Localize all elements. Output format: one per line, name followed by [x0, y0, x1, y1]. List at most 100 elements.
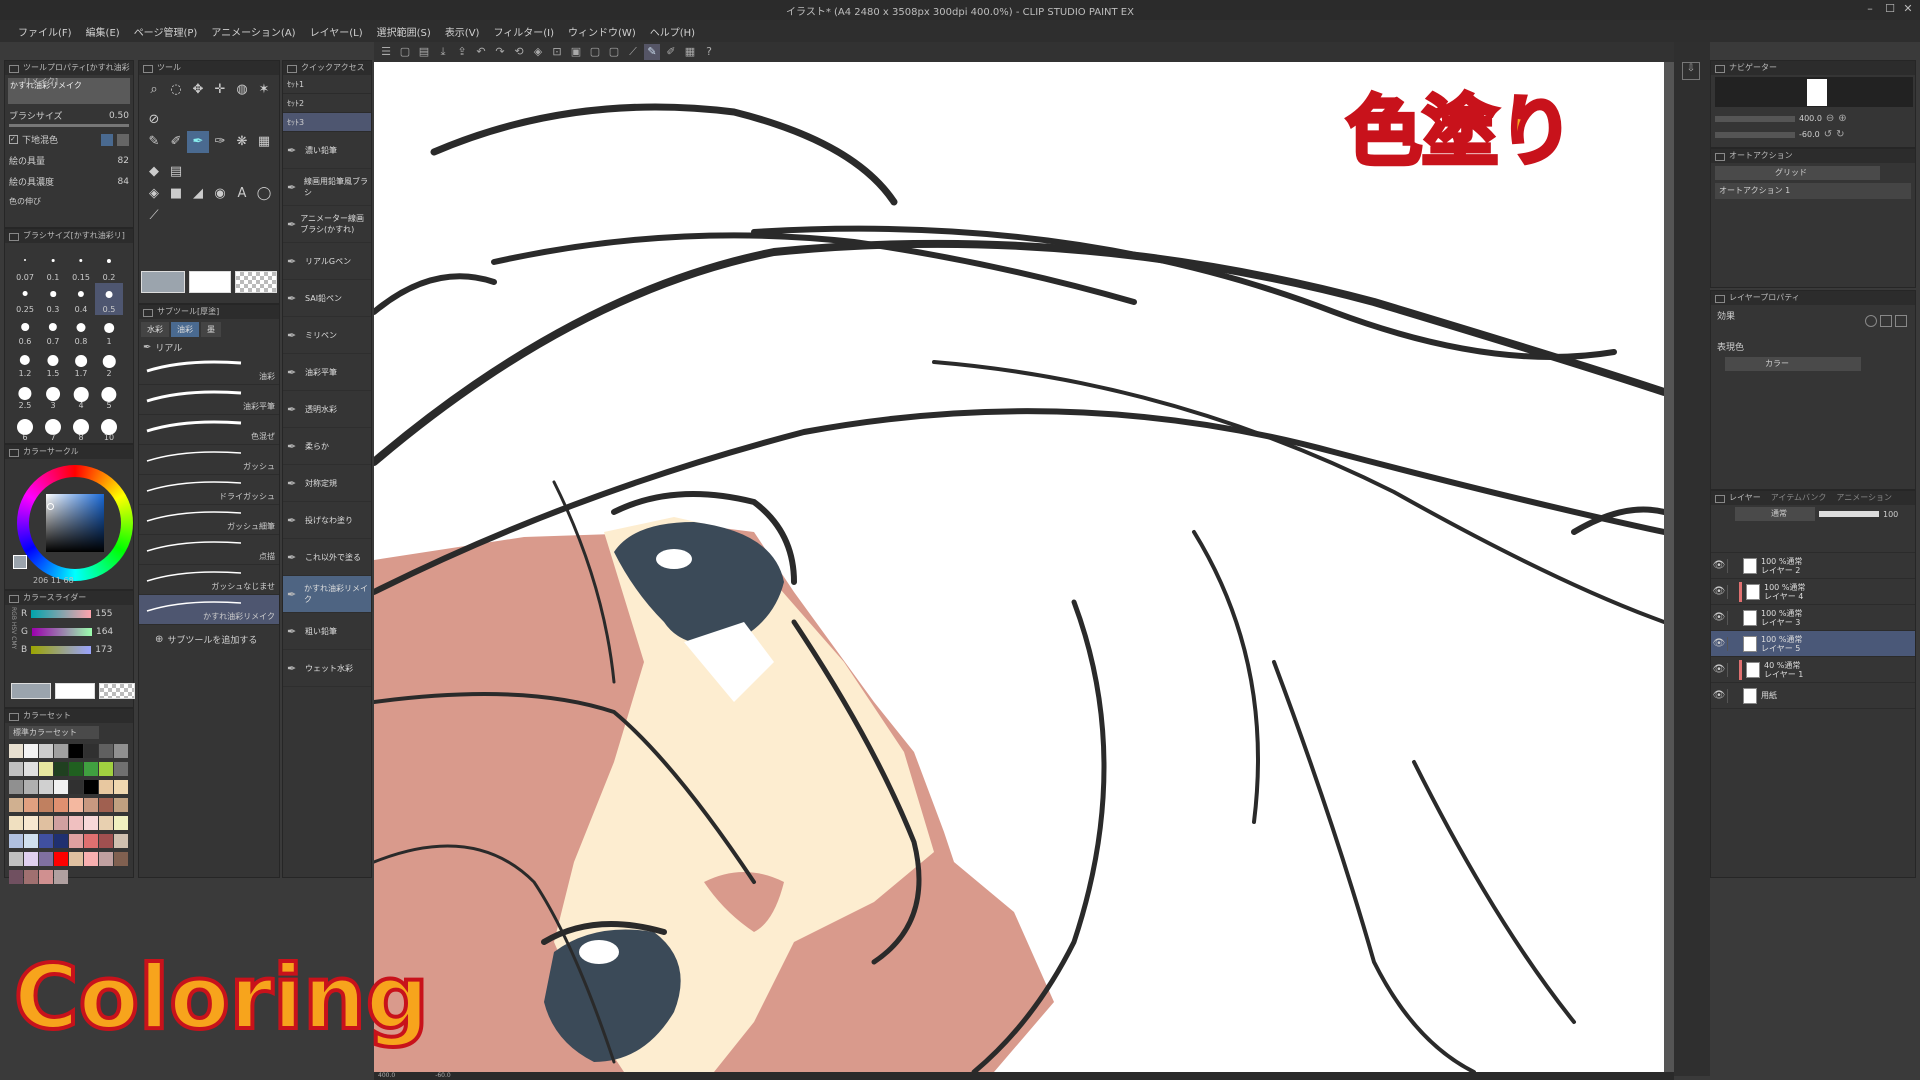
quick-access-item[interactable]: ✒ 粗い鉛筆	[283, 613, 371, 650]
effect-layer-color-icon[interactable]	[1895, 315, 1907, 327]
color-swatch[interactable]	[69, 834, 83, 848]
pen-a-icon[interactable]: ⟋	[625, 44, 641, 60]
sub-color-swatch[interactable]	[55, 683, 95, 699]
color-set-dropdown[interactable]: 標準カラーセット	[9, 726, 99, 739]
layer-lock-slot[interactable]	[1727, 610, 1739, 625]
brush-size-option[interactable]: 0.7	[39, 315, 67, 347]
color-swatch[interactable]	[9, 852, 23, 866]
gradient-icon[interactable]: ■	[165, 183, 187, 205]
auto-select-icon[interactable]: ◍	[231, 79, 253, 101]
add-sub-tool-button[interactable]: サブツールを追加する	[167, 633, 257, 646]
color-swatch[interactable]	[39, 870, 53, 884]
zoom-slider[interactable]	[1715, 115, 1795, 122]
menu-item-8[interactable]: ウィンドウ(W)	[562, 24, 642, 39]
pattern-icon[interactable]: ▦	[253, 131, 275, 153]
fill-icon[interactable]: ◈	[530, 44, 546, 60]
tool-sub-color[interactable]	[189, 271, 231, 293]
drawing-canvas[interactable]	[374, 62, 1664, 1072]
status-zoom[interactable]: 400.0	[378, 1072, 395, 1080]
tool-main-color[interactable]	[141, 271, 185, 293]
quick-access-item[interactable]: ✒ これ以外で塗る	[283, 539, 371, 576]
color-swatch[interactable]	[84, 744, 98, 758]
blend-mode-a-icon[interactable]	[101, 133, 113, 146]
rotate-left-icon[interactable]: ↺	[1824, 129, 1832, 140]
sel-c-icon[interactable]: ▢	[606, 44, 622, 60]
color-swatch[interactable]	[39, 852, 53, 866]
airbrush-icon[interactable]: ✑	[209, 131, 231, 153]
color-swatch[interactable]	[9, 780, 23, 794]
layer-row[interactable]: 👁 用紙	[1711, 683, 1915, 709]
color-swatch[interactable]	[39, 798, 53, 812]
export-icon[interactable]: ⇪	[454, 44, 470, 60]
navigator-zoom[interactable]: 400.0	[1799, 114, 1822, 123]
color-swatch[interactable]	[114, 816, 128, 830]
open-icon[interactable]: ▤	[416, 44, 432, 60]
color-swatch[interactable]	[39, 780, 53, 794]
color-swatch[interactable]	[24, 798, 38, 812]
color-swatch[interactable]	[114, 762, 128, 776]
color-swatch[interactable]	[114, 834, 128, 848]
menu-item-5[interactable]: 選択範囲(S)	[371, 24, 437, 39]
sub-tool-item[interactable]: 油彩平筆	[139, 385, 279, 415]
color-swatch[interactable]	[9, 834, 23, 848]
eye-icon[interactable]: 👁	[1711, 612, 1727, 623]
layer-lock-slot[interactable]	[1727, 558, 1739, 573]
color-swatch[interactable]	[24, 870, 38, 884]
color-swatch[interactable]	[114, 780, 128, 794]
quick-access-item[interactable]: ✒ 油彩平筆	[283, 354, 371, 391]
crop-icon[interactable]: ⊡	[549, 44, 565, 60]
eye-icon[interactable]: 👁	[1711, 638, 1727, 649]
brush-size-option[interactable]: 1.5	[39, 347, 67, 379]
eraser-icon[interactable]: ◆	[143, 161, 165, 183]
color-swatch[interactable]	[84, 762, 98, 776]
grid-tool-icon[interactable]: ▤	[165, 161, 187, 183]
brush-size-option[interactable]: 0.2	[95, 251, 123, 283]
color-swatch[interactable]	[39, 744, 53, 758]
layer-row[interactable]: 👁 40 %通常 レイヤー 1	[1711, 657, 1915, 683]
layer-lock-slot[interactable]	[1727, 688, 1739, 703]
color-swatch[interactable]	[9, 798, 23, 812]
color-swatch[interactable]	[84, 816, 98, 830]
pen-c-icon[interactable]: ✐	[663, 44, 679, 60]
tab-item-bank[interactable]: アイテムバンク	[1771, 491, 1827, 505]
color-mode-tabs[interactable]: RGB HSV CMY	[7, 607, 17, 649]
brush-size-option[interactable]: 0.5	[95, 283, 123, 315]
sub-tool-item[interactable]: 点描	[139, 535, 279, 565]
color-swatch[interactable]	[84, 798, 98, 812]
quick-access-item[interactable]: ✒ 線画用鉛筆風ブラシ	[283, 169, 371, 206]
color-swatch[interactable]	[114, 852, 128, 866]
color-swatch[interactable]	[24, 744, 38, 758]
rotate-slider[interactable]	[1715, 131, 1795, 138]
eyedropper-icon[interactable]: ⊘	[143, 109, 165, 131]
color-swatch[interactable]	[69, 780, 83, 794]
brush-size-option[interactable]: 2.5	[11, 379, 39, 411]
pen-tool-icon[interactable]: ✎	[143, 131, 165, 153]
status-angle[interactable]: -60.0	[435, 1072, 451, 1080]
new-icon[interactable]: ▢	[397, 44, 413, 60]
menu-item-2[interactable]: ページ管理(P)	[128, 24, 204, 39]
color-swatch[interactable]	[99, 762, 113, 776]
sel-b-icon[interactable]: ▢	[587, 44, 603, 60]
color-swatch[interactable]	[69, 744, 83, 758]
menu-item-1[interactable]: 編集(E)	[80, 24, 126, 39]
color-swatch[interactable]	[99, 744, 113, 758]
paint-amount-value[interactable]: 82	[118, 156, 129, 166]
color-swatch[interactable]	[99, 798, 113, 812]
g-value[interactable]: 164	[96, 627, 113, 637]
figure-icon[interactable]: ◢	[187, 183, 209, 205]
layer-row[interactable]: 👁 100 %通常 レイヤー 5	[1711, 631, 1915, 657]
zoom-out-icon[interactable]: ⊖	[1826, 113, 1834, 124]
zoom-tool-icon[interactable]: ⌕	[143, 79, 165, 101]
color-swatch[interactable]	[99, 780, 113, 794]
blend-mode-b-icon[interactable]	[117, 133, 129, 146]
text-tool-icon[interactable]: A	[231, 183, 253, 205]
decoration-icon[interactable]: ❋	[231, 131, 253, 153]
blend-checkbox[interactable]: ✓	[9, 135, 18, 144]
navigator-preview[interactable]	[1715, 77, 1913, 107]
color-swatch[interactable]	[99, 816, 113, 830]
maximize-button[interactable]: ☐	[1882, 2, 1898, 16]
color-swatch[interactable]	[69, 762, 83, 776]
color-swatch[interactable]	[54, 798, 68, 812]
opacity-slider[interactable]	[1819, 511, 1879, 517]
help-icon[interactable]: ?	[701, 44, 717, 60]
